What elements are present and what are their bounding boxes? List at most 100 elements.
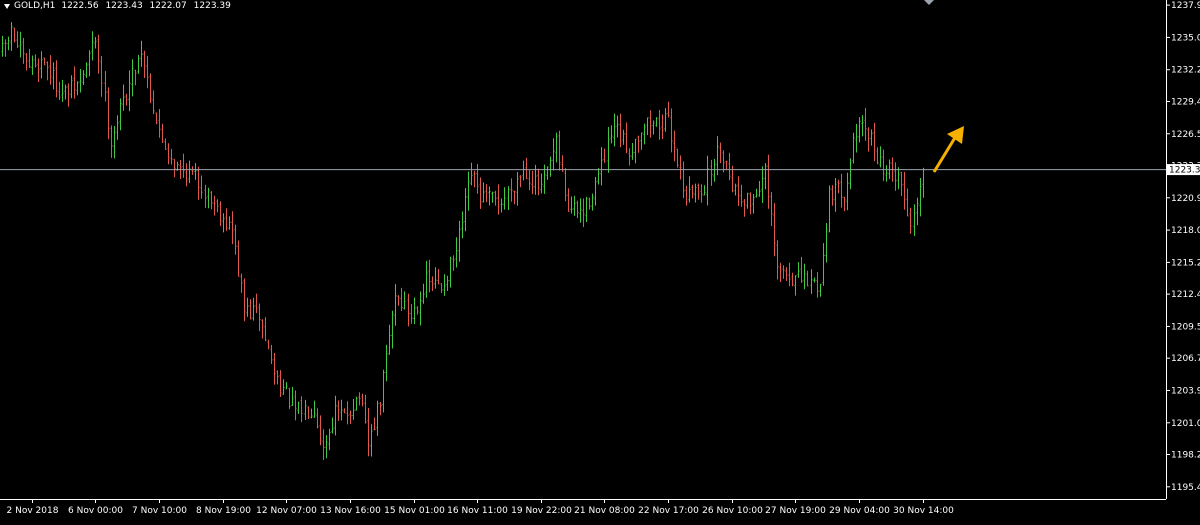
ohlc-bar xyxy=(137,54,140,74)
ohlc-bar xyxy=(558,130,561,171)
ohlc-bar xyxy=(58,81,61,100)
x-tick-label: 16 Nov 11:00 xyxy=(447,506,508,516)
ohlc-bar xyxy=(200,175,203,199)
ohlc-bar xyxy=(519,175,522,188)
ohlc-bar xyxy=(825,223,828,263)
ohlc-bar xyxy=(231,211,234,245)
ohlc-bar xyxy=(628,148,631,166)
ohlc-bar xyxy=(264,317,267,342)
ohlc-bar xyxy=(540,173,543,194)
ohlc-bar xyxy=(285,382,288,390)
ohlc-bar xyxy=(873,122,876,162)
ohlc-bar xyxy=(573,195,576,216)
ohlc-bar xyxy=(167,143,170,165)
ohlc-bar xyxy=(522,160,525,181)
ohlc-readout: 1222.56 1223.43 1222.07 1223.39 xyxy=(61,1,235,11)
ohlc-bar xyxy=(922,167,925,198)
ohlc-bar xyxy=(864,107,867,141)
ohlc-bar xyxy=(725,160,728,171)
ohlc-bar xyxy=(397,295,400,306)
ohlc-bar xyxy=(740,184,743,207)
ohlc-bar xyxy=(846,172,849,211)
ohlc-bar xyxy=(670,108,673,153)
ohlc-bar xyxy=(431,276,434,291)
ohlc-bar xyxy=(597,168,600,185)
ohlc-bar xyxy=(34,54,37,68)
ohlc-bar xyxy=(337,400,340,421)
ohlc-bar xyxy=(746,192,749,209)
ohlc-bar xyxy=(861,115,864,137)
chart-area[interactable]: 1237.90 1235.05 1232.20 1229.40 1226.55 1223.… xyxy=(0,0,1200,521)
ohlc-bar xyxy=(691,184,694,199)
y-tick-label: 1201.05 xyxy=(1171,419,1200,429)
ohlc-bar xyxy=(310,408,313,419)
symbol-timeframe: GOLD,H1 xyxy=(14,1,56,11)
ohlc-bar xyxy=(67,83,70,107)
ohlc-bar xyxy=(585,196,588,222)
ohlc-bar xyxy=(110,125,113,158)
ohlc-bar xyxy=(858,117,861,143)
ohlc-bar xyxy=(222,213,225,233)
ohlc-bar xyxy=(803,263,806,290)
ohlc-bar xyxy=(507,186,510,210)
price-chart[interactable]: 1237.90 1235.05 1232.20 1229.40 1226.55 1223.… xyxy=(0,0,1200,521)
y-tick-label: 1218.05 xyxy=(1171,226,1200,236)
ohlc-bar xyxy=(470,162,473,186)
ohlc-bar xyxy=(91,31,94,61)
ohlc-bar xyxy=(800,256,803,283)
ohlc-bar xyxy=(143,50,146,78)
ohlc-bar xyxy=(85,62,88,78)
ohlc-bar xyxy=(282,379,285,395)
ohlc-bar xyxy=(634,138,637,164)
ohlc-bar xyxy=(779,262,782,282)
ohlc-bar xyxy=(767,154,770,209)
ohlc-bar xyxy=(455,237,458,268)
ohlc-bar xyxy=(261,319,264,339)
ohlc-bar xyxy=(494,190,497,206)
ohlc-bar xyxy=(122,84,125,111)
ohlc-bar xyxy=(637,135,640,153)
ohlc-bar xyxy=(828,185,831,233)
ohlc-bar xyxy=(491,191,494,203)
ohlc-bar xyxy=(916,197,919,226)
ohlc-bar xyxy=(594,176,597,206)
ohlc-bar xyxy=(413,297,416,325)
ohlc-bar xyxy=(528,170,531,191)
scroll-marker-icon[interactable] xyxy=(924,0,934,5)
ohlc-bar xyxy=(613,113,616,147)
ohlc-bar xyxy=(806,270,809,287)
ohlc-bar xyxy=(388,324,391,355)
ohlc-bar xyxy=(761,166,764,203)
dropdown-triangle-icon[interactable] xyxy=(4,3,10,9)
ohlc-bar xyxy=(328,428,331,451)
ohlc-bar xyxy=(16,31,19,48)
ohlc-bar xyxy=(607,127,610,173)
ohlc-bar xyxy=(294,390,297,421)
ohlc-bar xyxy=(419,291,422,326)
ohlc-bar xyxy=(546,166,549,180)
ohlc-bar xyxy=(622,129,625,145)
price-scale[interactable]: 1237.90 1235.05 1232.20 1229.40 1226.55 1223.… xyxy=(1166,1,1200,493)
ohlc-bar xyxy=(343,408,346,414)
ohlc-bar xyxy=(688,176,691,203)
ohlc-bar xyxy=(749,192,752,215)
x-tick-label: 22 Nov 17:00 xyxy=(638,506,699,516)
ohlc-bar xyxy=(879,146,882,168)
ohlc-bar xyxy=(625,122,628,154)
ohlc-bar xyxy=(552,138,555,171)
ohlc-bar xyxy=(322,429,325,460)
close-value: 1223.39 xyxy=(193,1,231,11)
ohlc-bar xyxy=(713,158,716,182)
ohlc-bar xyxy=(249,299,252,320)
x-tick-label: 30 Nov 14:00 xyxy=(893,506,954,516)
ohlc-bar xyxy=(776,240,779,280)
x-tick-label: 2 Nov 2018 xyxy=(7,506,59,516)
time-scale[interactable]: 2 Nov 2018 6 Nov 00:00 7 Nov 10:00 8 Nov 19… xyxy=(7,499,955,516)
ohlc-bar xyxy=(676,148,679,168)
ohlc-bar xyxy=(752,194,755,214)
ohlc-bar xyxy=(216,199,219,213)
y-tick-label: 1195.40 xyxy=(1171,483,1200,493)
ohlc-bar xyxy=(182,153,185,178)
ohlc-bar xyxy=(531,170,534,195)
ohlc-bar xyxy=(782,265,785,279)
